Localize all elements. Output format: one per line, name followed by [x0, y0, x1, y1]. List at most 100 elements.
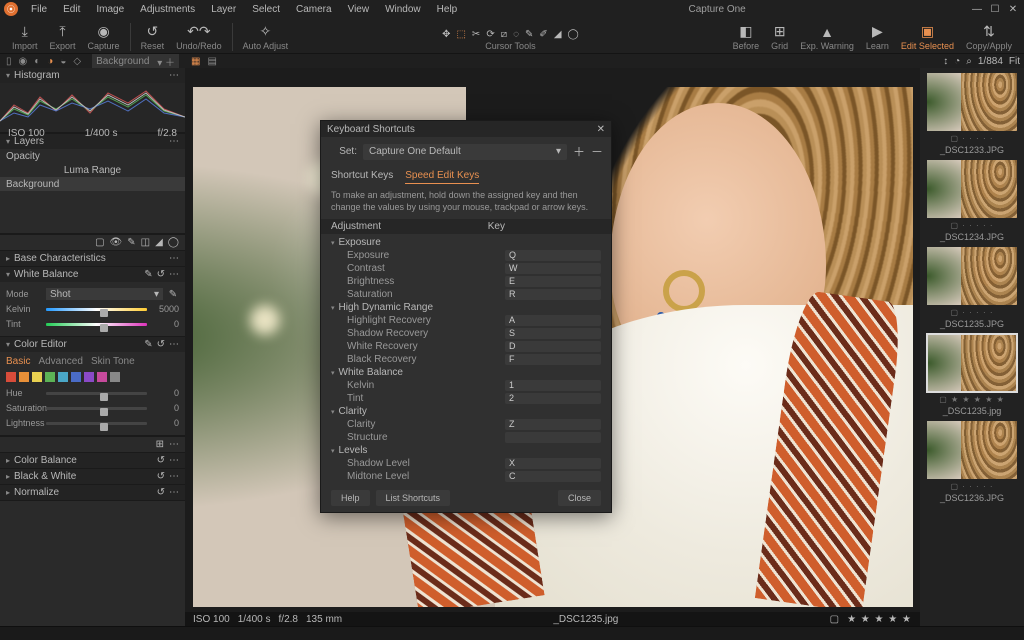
gradient-icon[interactable]: ◢: [155, 237, 163, 248]
shortcut-key-input[interactable]: W: [505, 263, 601, 274]
shortcut-key-input[interactable]: A: [505, 315, 601, 326]
thumbnail[interactable]: ▢ · · · · ·_DSC1233.JPG: [926, 72, 1018, 155]
hue-slider[interactable]: [46, 392, 147, 395]
color-swatch[interactable]: [110, 372, 120, 382]
color-swatch[interactable]: [58, 372, 68, 382]
ce-tab-skin[interactable]: Skin Tone: [91, 356, 135, 367]
menu-camera[interactable]: Camera: [289, 3, 339, 16]
menu-select[interactable]: Select: [245, 3, 287, 16]
pointer-tool-icon[interactable]: ⬚: [456, 29, 465, 40]
auto-adjust-button[interactable]: ✧Auto Adjust: [237, 23, 295, 51]
pan-tool-icon[interactable]: ✥: [442, 29, 450, 40]
color-swatch[interactable]: [19, 372, 29, 382]
kelvin-slider[interactable]: [46, 308, 147, 311]
thumb-rating[interactable]: ▢ · · · · ·: [951, 221, 994, 230]
menu-image[interactable]: Image: [89, 3, 131, 16]
color-swatch[interactable]: [84, 372, 94, 382]
shortcut-group[interactable]: ▾Levels: [321, 444, 611, 457]
brush-tool-icon[interactable]: ✎: [525, 29, 533, 40]
color-swatch[interactable]: [32, 372, 42, 382]
tab-library-icon[interactable]: ▯: [6, 56, 12, 67]
copy-apply-button[interactable]: ⇅Copy/Apply: [960, 23, 1018, 51]
tab-details-icon[interactable]: ◇: [73, 56, 81, 67]
shortcut-key-input[interactable]: [505, 432, 601, 443]
grid-button[interactable]: ⊞Grid: [765, 23, 794, 51]
import-button[interactable]: ⤓Import: [6, 23, 44, 51]
lightness-slider[interactable]: [46, 422, 147, 425]
before-button[interactable]: ◧Before: [727, 23, 766, 51]
shortcut-key-input[interactable]: F: [505, 354, 601, 365]
meta-color-tag[interactable]: ▢: [830, 614, 839, 625]
minimize-button[interactable]: —: [970, 4, 984, 15]
brush-icon[interactable]: ✎: [127, 237, 135, 248]
sort-icon[interactable]: ↕: [943, 56, 948, 67]
keystone-tool-icon[interactable]: ⧄: [501, 29, 507, 40]
thumbnail[interactable]: ▢ · · · · ·_DSC1234.JPG: [926, 159, 1018, 242]
capture-button[interactable]: ◉Capture: [82, 23, 126, 51]
tint-slider[interactable]: [46, 323, 147, 326]
panel-menu-icon[interactable]: ⋯: [169, 70, 179, 81]
set-add-icon[interactable]: ＋: [573, 143, 585, 160]
tab-color-icon[interactable]: ◑: [47, 56, 53, 67]
shortcut-key-input[interactable]: R: [505, 289, 601, 300]
thumbnail[interactable]: ▢ ★ ★ ★ ★ ★_DSC1235.jpg: [926, 333, 1018, 416]
list-shortcuts-button[interactable]: List Shortcuts: [376, 490, 451, 506]
bw-title[interactable]: Black & White: [14, 471, 153, 482]
shortcut-group[interactable]: ▾Clarity: [321, 405, 611, 418]
thumb-rating[interactable]: ▢ ★ ★ ★ ★ ★: [939, 395, 1005, 404]
color-balance-title[interactable]: Color Balance: [14, 455, 153, 466]
spot-tool-icon[interactable]: ◌: [513, 29, 519, 40]
color-swatch[interactable]: [71, 372, 81, 382]
maximize-button[interactable]: ☐: [988, 4, 1002, 15]
picker-icon[interactable]: ✎: [144, 339, 152, 350]
shortcut-key-input[interactable]: E: [505, 276, 601, 287]
set-remove-icon[interactable]: －: [591, 143, 603, 160]
layer-background[interactable]: Background: [0, 177, 185, 191]
normalize-title[interactable]: Normalize: [14, 487, 153, 498]
shortcut-key-input[interactable]: S: [505, 328, 601, 339]
dialog-close-x[interactable]: ✕: [597, 124, 605, 135]
meta-rating[interactable]: ★ ★ ★ ★ ★: [847, 614, 912, 625]
view-single-icon[interactable]: ▦: [191, 56, 200, 67]
shortcut-key-input[interactable]: Z: [505, 419, 601, 430]
tab-exposure-icon[interactable]: ◒: [60, 56, 66, 67]
filter-icon[interactable]: ◔: [954, 56, 960, 67]
shortcut-group[interactable]: ▾White Balance: [321, 366, 611, 379]
menu-view[interactable]: View: [341, 3, 377, 16]
radial-icon[interactable]: ◯: [168, 237, 179, 248]
edit-selected-button[interactable]: ▣Edit Selected: [895, 23, 960, 51]
shortcut-key-input[interactable]: D: [505, 341, 601, 352]
color-swatch[interactable]: [97, 372, 107, 382]
menu-edit[interactable]: Edit: [56, 3, 87, 16]
color-swatch[interactable]: [6, 372, 16, 382]
reset-button[interactable]: ↺Reset: [135, 23, 171, 51]
set-select[interactable]: Capture One Default▾: [363, 144, 567, 160]
shortcut-key-input[interactable]: X: [505, 458, 601, 469]
layer-selector[interactable]: Background▾ ＋: [92, 54, 179, 68]
radial-tool-icon[interactable]: ◯: [568, 29, 579, 40]
export-button[interactable]: ⤒Export: [44, 23, 82, 51]
menu-help[interactable]: Help: [430, 3, 465, 16]
saturation-slider[interactable]: [46, 407, 147, 410]
reset-icon[interactable]: ↺: [157, 269, 165, 280]
color-swatch[interactable]: [45, 372, 55, 382]
picker-icon[interactable]: ✎: [144, 269, 152, 280]
view-multi-icon[interactable]: ▤: [207, 56, 216, 67]
search-icon[interactable]: ⌕: [966, 56, 972, 67]
menu-file[interactable]: File: [24, 3, 54, 16]
exp-warning-button[interactable]: ▲Exp. Warning: [794, 24, 860, 51]
thumb-rating[interactable]: ▢ · · · · ·: [951, 482, 994, 491]
tab-lens-icon[interactable]: ◐: [34, 56, 40, 67]
crop-tool-icon[interactable]: ✂: [472, 29, 480, 40]
menu-layer[interactable]: Layer: [204, 3, 243, 16]
undo-redo-button[interactable]: ↶↷Undo/Redo: [170, 23, 228, 51]
shortcut-key-input[interactable]: Q: [505, 250, 601, 261]
shortcut-key-input[interactable]: C: [505, 471, 601, 482]
ce-tab-basic[interactable]: Basic: [6, 356, 30, 367]
thumb-rating[interactable]: ▢ · · · · ·: [951, 308, 994, 317]
gradient-tool-icon[interactable]: ◢: [554, 29, 562, 40]
rotate-tool-icon[interactable]: ⟳: [486, 29, 494, 40]
mask-icon[interactable]: ▢: [95, 237, 104, 248]
shortcut-group[interactable]: ▾High Dynamic Range: [321, 301, 611, 314]
help-button[interactable]: Help: [331, 490, 370, 506]
